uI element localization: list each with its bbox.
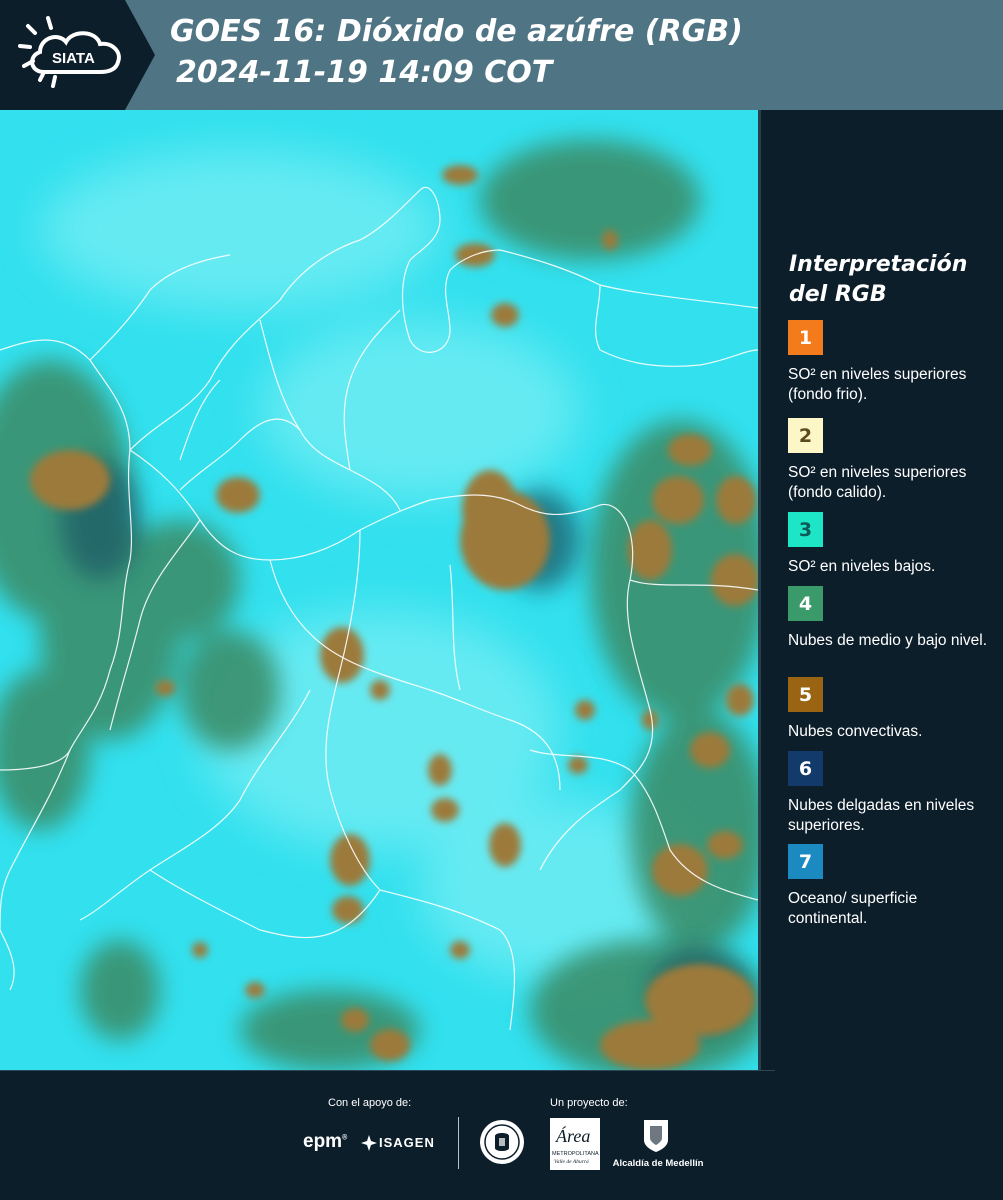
legend-swatch-5: 5: [788, 677, 823, 712]
legend-item-5: 5 Nubes convectivas.: [788, 677, 998, 742]
legend-title: Interpretación del RGB: [789, 250, 989, 310]
page-title: GOES 16: Dióxido de azúfre (RGB): [170, 14, 743, 49]
alcaldia-medellin-logo: Alcaldía de Medellín: [612, 1118, 704, 1170]
legend-item-3: 3 SO² en niveles bajos.: [788, 512, 998, 577]
legend-item-1: 1 SO² en niveles superiores (fondo frio)…: [788, 320, 998, 405]
legend-text-5: Nubes convectivas.: [788, 723, 923, 740]
project-caption: Un proyecto de:: [550, 1097, 628, 1109]
legend-swatch-7: 7: [788, 844, 823, 879]
legend-text-7: Oceano/ superficie continental.: [788, 890, 918, 927]
legend-text-4: Nubes de medio y bajo nivel.: [788, 632, 988, 649]
legend-swatch-6: 6: [788, 751, 823, 786]
isagen-icon: [361, 1135, 377, 1151]
footer-top-line: [0, 1070, 775, 1071]
medellin-seal-logo: [478, 1118, 526, 1166]
epm-logo: epm®: [303, 1131, 348, 1152]
legend-swatch-1: 1: [788, 320, 823, 355]
header: SIATA GOES 16: Dióxido de azúfre (RGB) 2…: [0, 0, 1003, 110]
logo-text: SIATA: [52, 50, 95, 67]
page-subtitle-timestamp: 2024-11-19 14:09 COT: [176, 55, 553, 90]
legend-title-line1: Interpretación: [789, 252, 968, 277]
legend-swatch-3: 3: [788, 512, 823, 547]
legend-text-6: Nubes delgadas en niveles superiores.: [788, 797, 975, 834]
legend-item-6: 6 Nubes delgadas en niveles superiores.: [788, 751, 998, 836]
legend-swatch-4: 4: [788, 586, 823, 621]
satellite-map: [0, 110, 758, 1070]
legend-swatch-2: 2: [788, 418, 823, 453]
alcaldia-shield-icon: [644, 1120, 668, 1152]
legend-text-1: SO² en niveles superiores (fondo frio).: [788, 366, 967, 403]
rgb-legend: Interpretación del RGB 1 SO² en niveles …: [761, 110, 1003, 1070]
legend-text-3: SO² en niveles bajos.: [788, 558, 936, 575]
footer: Con el apoyo de: Un proyecto de: epm® IS…: [0, 1070, 1003, 1200]
legend-item-4: 4 Nubes de medio y bajo nivel.: [788, 586, 998, 651]
legend-text-2: SO² en niveles superiores (fondo calido)…: [788, 464, 967, 501]
footer-divider: [458, 1117, 459, 1169]
legend-item-7: 7 Oceano/ superficie continental.: [788, 844, 998, 929]
legend-item-2: 2 SO² en niveles superiores (fondo calid…: [788, 418, 998, 503]
isagen-logo: ISAGEN: [360, 1133, 442, 1153]
legend-title-line2: del RGB: [789, 282, 887, 307]
siata-logo: SIATA: [0, 0, 155, 110]
support-caption: Con el apoyo de:: [328, 1097, 412, 1109]
area-metropolitana-logo: Área METROPOLITANA Valle de Aburrá: [550, 1118, 600, 1170]
